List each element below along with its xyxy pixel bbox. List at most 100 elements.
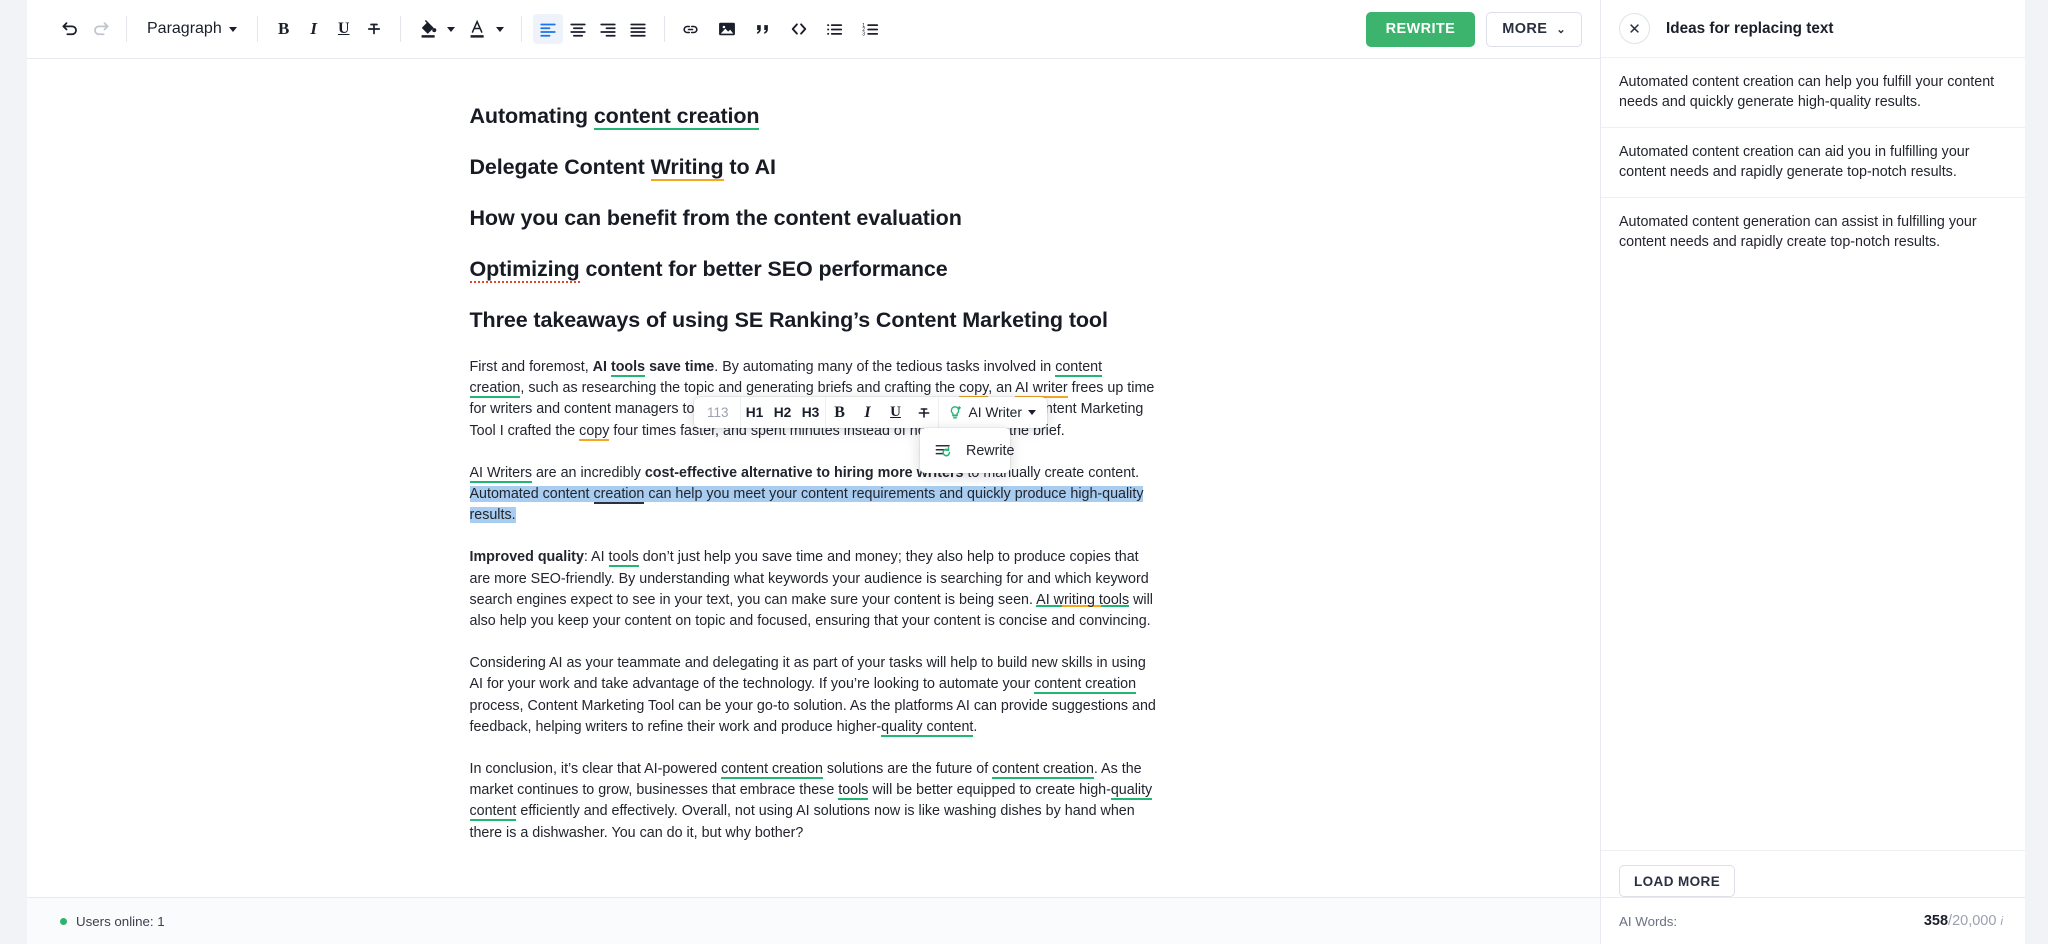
text-run: content creation — [594, 104, 760, 130]
text-run: copy — [579, 423, 609, 441]
text-run: AI Writers — [470, 465, 533, 483]
text-run: quality content — [881, 719, 973, 737]
document-heading[interactable]: Three takeaways of using SE Ranking’s Co… — [470, 307, 1158, 333]
ideas-panel: ✕ Ideas for replacing text Automated con… — [1600, 0, 2025, 944]
floating-format-toolbar: 113 H1 H2 H3 B I U AI Writer — [694, 397, 1047, 428]
chevron-down-icon — [229, 27, 237, 32]
block-format-select[interactable]: Paragraph — [138, 15, 246, 43]
chevron-down-icon — [496, 27, 504, 32]
text-run — [590, 486, 594, 502]
document-heading[interactable]: Automating content creation — [470, 103, 1158, 129]
text-run: content creation — [992, 761, 1094, 779]
left-gutter — [0, 0, 27, 944]
more-label: MORE — [1502, 21, 1547, 37]
text-run: content creation — [721, 761, 823, 779]
bubble-bold-button[interactable]: B — [826, 397, 854, 428]
heading-1-button[interactable]: H1 — [741, 397, 769, 428]
text-color-icon[interactable] — [463, 14, 493, 44]
redo-icon[interactable] — [85, 14, 115, 44]
text-run: save time — [645, 359, 714, 375]
ai-writer-menu: Rewrite — [920, 428, 1010, 473]
ai-words-label: AI Words: — [1619, 914, 1677, 929]
align-center-icon[interactable] — [563, 14, 593, 44]
fill-color-control[interactable] — [412, 14, 461, 44]
users-online-label: Users online: 1 — [76, 914, 165, 929]
editor-toolbar: Paragraph B I U — [27, 0, 1600, 59]
more-button[interactable]: MORE ⌄ — [1486, 12, 1582, 47]
chevron-down-icon — [447, 27, 455, 32]
text-run: Writing — [651, 155, 724, 181]
align-justify-icon[interactable] — [623, 14, 653, 44]
text-run: creation — [594, 486, 645, 504]
fill-color-icon[interactable] — [414, 14, 444, 44]
ai-words-footer: AI Words: 358/20,000i — [1601, 897, 2025, 944]
text-run: Improved quality — [470, 549, 584, 565]
bubble-underline-button[interactable]: U — [882, 397, 910, 428]
bubble-italic-button[interactable]: I — [854, 397, 882, 428]
document-paragraph[interactable]: Improved quality: AI tools don’t just he… — [470, 547, 1158, 632]
menu-item-rewrite[interactable]: Rewrite — [920, 435, 1010, 466]
document-heading[interactable]: Optimizing content for better SEO perfor… — [470, 256, 1158, 282]
heading-3-button[interactable]: H3 — [797, 397, 825, 428]
numbered-list-icon[interactable]: 123 — [856, 14, 886, 44]
document-body[interactable]: Automating content creation Delegate Cont… — [470, 59, 1158, 844]
document-paragraph[interactable]: Considering AI as your teammate and dele… — [470, 653, 1158, 738]
ai-words-value: 358/20,000i — [1924, 913, 2003, 929]
ai-writer-dropdown[interactable]: AI Writer — [939, 397, 1045, 428]
ideas-panel-actions: LOAD MORE — [1601, 850, 2025, 897]
rewrite-button[interactable]: REWRITE — [1366, 12, 1476, 47]
undo-icon[interactable] — [55, 14, 85, 44]
text-run: AI writer — [1015, 380, 1067, 398]
text-run: tools — [609, 549, 639, 567]
document-scroll-area[interactable]: Automating content creation Delegate Cont… — [27, 59, 1600, 897]
svg-text:3: 3 — [862, 31, 865, 37]
text-run: content creation — [470, 359, 1103, 398]
ideas-panel-title: Ideas for replacing text — [1666, 20, 1833, 38]
toolbar-divider — [664, 16, 665, 42]
toolbar-divider — [400, 16, 401, 42]
editor-column: Paragraph B I U — [27, 0, 1600, 944]
document-heading[interactable]: How you can benefit from the content eva… — [470, 205, 1158, 231]
toolbar-divider — [521, 16, 522, 42]
strikethrough-button[interactable] — [359, 14, 389, 44]
toolbar-divider — [257, 16, 258, 42]
close-icon[interactable]: ✕ — [1619, 13, 1650, 44]
document-paragraph[interactable]: In conclusion, it’s clear that AI-powere… — [470, 759, 1158, 844]
lightbulb-icon — [947, 404, 963, 421]
text-run: content creation — [1034, 676, 1136, 694]
text-run: copy — [959, 380, 988, 398]
idea-item[interactable]: Automated content generation can assist … — [1601, 197, 2025, 267]
heading-2-button[interactable]: H2 — [769, 397, 797, 428]
ai-writer-label: AI Writer — [969, 405, 1022, 420]
document-paragraphs: First and foremost, AI tools save time. … — [470, 357, 1158, 844]
text-run: quality content — [470, 782, 1153, 821]
load-more-button[interactable]: LOAD MORE — [1619, 865, 1735, 897]
chevron-down-icon — [1028, 410, 1036, 415]
text-run: tools — [838, 782, 868, 800]
bullet-list-icon[interactable] — [820, 14, 850, 44]
bubble-strikethrough-button[interactable] — [910, 397, 938, 428]
text-run: AI writing tools — [1036, 592, 1129, 608]
align-left-icon[interactable] — [533, 14, 563, 44]
toolbar-divider — [126, 16, 127, 42]
bold-button[interactable]: B — [269, 14, 299, 44]
underline-button[interactable]: U — [329, 14, 359, 44]
menu-item-rewrite-label: Rewrite — [966, 443, 1014, 459]
text-run: cost-effective alternative to hiring mor… — [645, 465, 964, 481]
code-icon[interactable] — [784, 14, 814, 44]
document-heading[interactable]: Delegate Content Writing to AI — [470, 154, 1158, 180]
quote-icon[interactable] — [748, 14, 778, 44]
image-icon[interactable] — [712, 14, 742, 44]
ideas-panel-header: ✕ Ideas for replacing text — [1601, 0, 2025, 57]
idea-item[interactable]: Automated content creation can help you … — [1601, 57, 2025, 127]
online-status-dot — [60, 918, 67, 925]
selection-char-count: 113 — [696, 405, 740, 420]
info-icon[interactable]: i — [2000, 916, 2003, 928]
text-color-control[interactable] — [461, 14, 510, 44]
italic-button[interactable]: I — [299, 14, 329, 44]
link-icon[interactable] — [676, 14, 706, 44]
document-paragraph[interactable]: AI Writers are an incredibly cost-effect… — [470, 463, 1158, 527]
align-right-icon[interactable] — [593, 14, 623, 44]
app-root: Paragraph B I U — [0, 0, 2048, 944]
idea-item[interactable]: Automated content creation can aid you i… — [1601, 127, 2025, 197]
